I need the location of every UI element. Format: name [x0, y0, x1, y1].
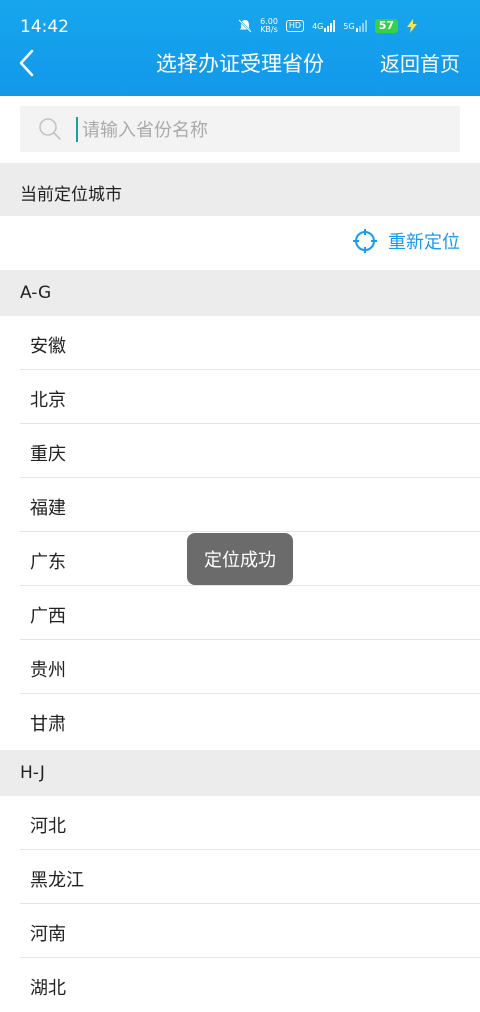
group-label: A-G — [20, 283, 52, 303]
signal-4g: 4G — [312, 20, 336, 32]
province-name: 北京 — [30, 390, 66, 411]
relocate-label: 重新定位 — [388, 232, 460, 253]
province-name: 河北 — [30, 816, 66, 837]
signal-bars-icon — [355, 20, 367, 32]
province-name: 贵州 — [30, 660, 66, 681]
province-search-input[interactable] — [80, 110, 454, 150]
battery-level: 57 — [374, 19, 398, 33]
province-item[interactable]: 湖北 — [0, 958, 480, 1012]
hd-badge: HD — [285, 20, 305, 32]
app-header: 14:42 6.00 KB/s HD 4G 5G 57 选择办证受理省份 返回首… — [0, 0, 480, 96]
network-speed: 6.00 KB/s — [260, 18, 278, 34]
mute-bell-icon — [238, 19, 252, 33]
province-item[interactable]: 北京 — [0, 370, 480, 424]
current-location-label: 当前定位城市 — [20, 185, 122, 205]
charging-icon — [406, 19, 418, 33]
province-item[interactable]: 重庆 — [0, 424, 480, 478]
province-list-a-g: 安徽 北京 重庆 福建 广东 广西 贵州 甘肃 — [0, 316, 480, 748]
current-location-header: 当前定位城市 — [0, 163, 480, 216]
province-item[interactable]: 河北 — [0, 796, 480, 850]
province-item[interactable]: 河南 — [0, 904, 480, 958]
relocate-button[interactable]: 重新定位 — [352, 228, 460, 254]
province-item[interactable]: 福建 — [0, 478, 480, 532]
speed-unit: KB/s — [260, 25, 278, 34]
crosshair-icon — [353, 229, 377, 253]
province-item[interactable]: 广西 — [0, 586, 480, 640]
network-5g-label: 5G — [343, 21, 355, 31]
province-name: 湖北 — [30, 978, 66, 999]
province-name: 重庆 — [30, 444, 66, 465]
status-icons: 6.00 KB/s HD 4G 5G 57 — [238, 18, 418, 34]
province-item[interactable]: 安徽 — [0, 316, 480, 370]
province-name: 广东 — [30, 552, 66, 573]
return-home-link[interactable]: 返回首页 — [380, 48, 460, 77]
group-header-h-j: H-J — [0, 750, 480, 796]
group-header-a-g: A-G — [0, 270, 480, 316]
province-name: 河南 — [30, 924, 66, 945]
province-name: 甘肃 — [30, 714, 66, 735]
text-cursor — [76, 117, 78, 142]
province-item[interactable]: 贵州 — [0, 640, 480, 694]
province-item[interactable]: 黑龙江 — [0, 850, 480, 904]
province-item[interactable]: 甘肃 — [0, 694, 480, 748]
network-4g-label: 4G — [312, 21, 324, 31]
province-name: 黑龙江 — [30, 870, 84, 891]
province-name: 安徽 — [30, 336, 66, 357]
group-label: H-J — [20, 763, 45, 783]
province-name: 福建 — [30, 498, 66, 519]
status-time: 14:42 — [20, 17, 69, 37]
signal-bars-icon — [324, 20, 336, 32]
search-icon — [39, 118, 61, 140]
signal-5g: 5G — [343, 20, 367, 32]
province-list-h-j: 河北 黑龙江 河南 湖北 — [0, 796, 480, 1012]
province-name: 广西 — [30, 606, 66, 627]
toast-message: 定位成功 — [187, 533, 293, 585]
search-bar[interactable] — [20, 106, 460, 152]
